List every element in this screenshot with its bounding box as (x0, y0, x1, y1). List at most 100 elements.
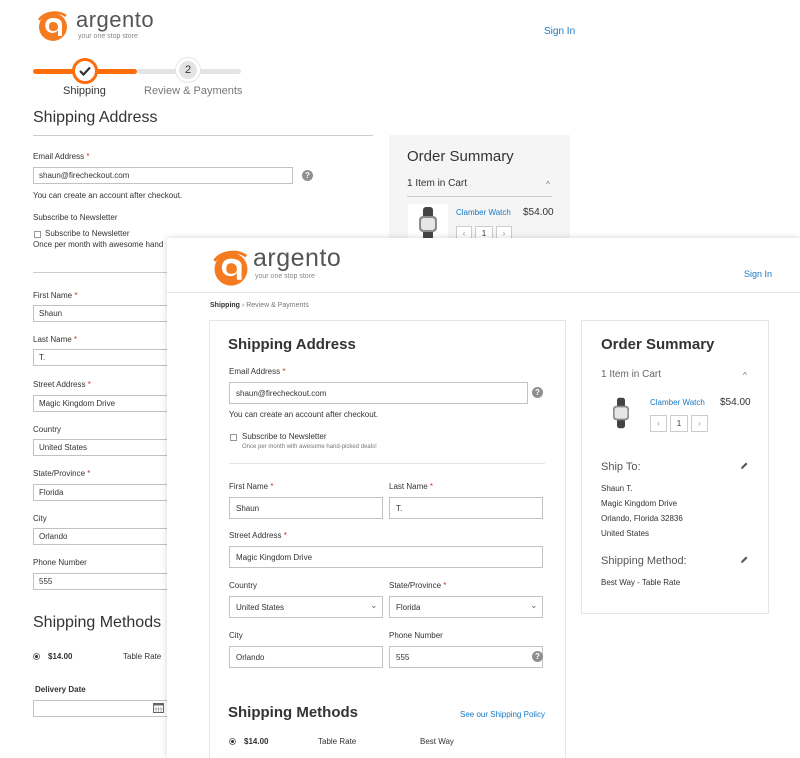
street-label: Street Address * (229, 531, 287, 540)
edit-pencil-icon[interactable] (740, 462, 748, 470)
product-name[interactable]: Clamber Watch (456, 208, 511, 217)
breadcrumb-next[interactable]: Review & Payments (246, 302, 309, 309)
header-divider (167, 292, 800, 293)
shipping-method-radio[interactable] (33, 653, 40, 660)
state-label: State/Province * (389, 581, 447, 590)
chevron-up-icon[interactable]: ^ (546, 180, 550, 189)
sign-in-link[interactable]: Sign In (744, 269, 772, 279)
street-field[interactable]: Magic Kingdom Drive (229, 546, 543, 568)
checkmark-icon (79, 66, 91, 76)
divider (33, 272, 173, 273)
state-select[interactable]: Florida (33, 484, 173, 501)
shipping-address-title: Shipping Address (33, 109, 158, 126)
shipping-method-radio[interactable] (229, 738, 236, 745)
shipping-methods-title: Shipping Methods (33, 614, 162, 631)
newsletter-note: Once per month with awesome hand (33, 240, 164, 249)
step-review-label: Review & Payments (144, 85, 243, 97)
last-name-label: Last Name * (33, 335, 78, 344)
email-label: Email Address * (229, 367, 286, 376)
first-name-field[interactable]: Shaun (229, 497, 383, 519)
items-in-cart[interactable]: 1 Item in Cart (601, 369, 661, 380)
phone-label: Phone Number (33, 558, 87, 567)
brand-tagline: your one stop store (255, 273, 315, 280)
email-label: Email Address * (33, 152, 90, 161)
email-note: You can create an account after checkout… (33, 191, 183, 200)
divider (229, 463, 545, 464)
city-field[interactable]: Orlando (229, 646, 383, 668)
step-shipping-indicator[interactable] (72, 58, 98, 84)
help-icon[interactable]: ? (302, 170, 313, 181)
ship-to-title: Ship To: (601, 461, 641, 473)
sign-in-link[interactable]: Sign In (544, 26, 575, 37)
divider (33, 135, 373, 136)
newsletter-checkbox[interactable] (34, 231, 41, 238)
shipping-address-title: Shipping Address (228, 336, 356, 353)
street-label: Street Address * (33, 380, 91, 389)
chevron-down-icon[interactable]: ⌄ (530, 600, 538, 611)
argento-logo-icon (213, 250, 248, 286)
email-field[interactable]: shaun@firecheckout.com (33, 167, 293, 184)
help-icon[interactable]: ? (532, 387, 543, 398)
email-note: You can create an account after checkout… (229, 410, 379, 419)
shipping-method-price: $14.00 (48, 652, 73, 661)
shipping-method-name: Table Rate (318, 737, 357, 746)
country-select[interactable]: United States (33, 439, 173, 456)
city-field[interactable]: Orlando (33, 528, 173, 545)
help-icon[interactable]: ? (532, 651, 543, 662)
newsletter-title: Subscribe to Newsletter (33, 213, 118, 222)
country-label: Country (229, 581, 258, 590)
chevron-down-icon[interactable]: ⌄ (370, 600, 378, 611)
phone-label: Phone Number (389, 631, 443, 640)
shipping-methods-title: Shipping Methods (228, 704, 358, 721)
shipping-method-carrier: Best Way (420, 737, 454, 746)
first-name-field[interactable]: Shaun (33, 305, 173, 322)
newsletter-checkbox-label: Subscribe to Newsletter (45, 229, 130, 238)
last-name-field[interactable]: T. (389, 497, 543, 519)
breadcrumb: Shipping › Review & Payments (210, 302, 309, 309)
newsletter-checkbox[interactable] (230, 434, 237, 441)
phone-field[interactable]: 555 (389, 646, 543, 668)
product-name[interactable]: Clamber Watch (650, 398, 705, 407)
street-field[interactable]: Magic Kingdom Drive (33, 395, 173, 412)
shipping-method-title: Shipping Method: (601, 555, 687, 567)
step-review-indicator[interactable]: 2 (176, 58, 200, 82)
last-name-label: Last Name * (389, 482, 434, 491)
brand-name: argento (253, 244, 342, 272)
items-in-cart[interactable]: 1 Item in Cart (407, 178, 467, 189)
product-image (613, 397, 629, 429)
order-summary-title: Order Summary (601, 336, 715, 353)
divider (407, 196, 552, 197)
ship-to-address: Shaun T. Magic Kingdom Drive Orlando, Fl… (601, 481, 683, 541)
shipping-method-name: Table Rate (123, 652, 162, 661)
newsletter-label: Subscribe to Newsletter (242, 432, 327, 441)
state-select[interactable]: Florida (389, 596, 543, 618)
address-line: United States (601, 529, 650, 538)
last-name-field[interactable]: T. (33, 349, 173, 366)
first-name-label: First Name * (33, 291, 78, 300)
newsletter-note: Once per month with awesome hand-picked … (242, 444, 377, 450)
country-label: Country (33, 425, 62, 434)
shipping-policy-link[interactable]: See our Shipping Policy (460, 710, 545, 719)
step-shipping-label: Shipping (63, 85, 106, 97)
email-field[interactable]: shaun@firecheckout.com (229, 382, 528, 404)
product-price: $54.00 (523, 207, 554, 218)
phone-field[interactable]: 555 (33, 573, 173, 590)
address-line: Magic Kingdom Drive (601, 499, 678, 508)
breadcrumb-separator: › (241, 302, 245, 309)
breadcrumb-current: Shipping (210, 302, 240, 309)
address-line: Shaun T. (601, 484, 633, 493)
qty-input[interactable]: 1 (670, 415, 688, 432)
qty-increase-button[interactable]: › (691, 415, 708, 432)
delivery-date-field[interactable] (33, 700, 173, 717)
qty-decrease-button[interactable]: ‹ (650, 415, 667, 432)
address-line: Orlando, Florida 32836 (601, 514, 683, 523)
chevron-up-icon[interactable]: ^ (743, 371, 747, 380)
country-select[interactable]: United States (229, 596, 383, 618)
brand-tagline: your one stop store (78, 33, 138, 40)
delivery-date-label: Delivery Date (35, 685, 86, 694)
state-label: State/Province * (33, 469, 91, 478)
edit-pencil-icon[interactable] (740, 556, 748, 564)
first-name-label: First Name * (229, 482, 274, 491)
shipping-method-value: Best Way - Table Rate (601, 578, 681, 587)
calendar-icon[interactable] (153, 702, 164, 713)
